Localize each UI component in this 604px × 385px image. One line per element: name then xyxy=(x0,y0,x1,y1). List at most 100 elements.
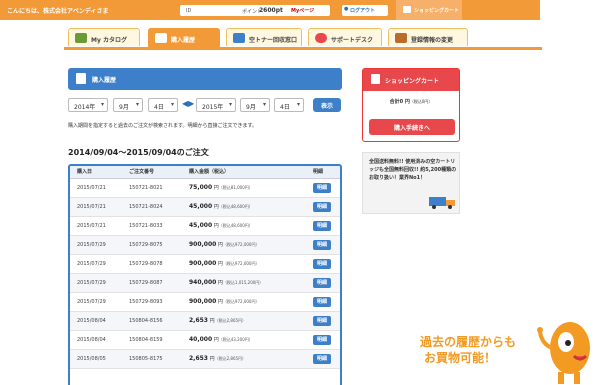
mypage-button[interactable]: Myページ xyxy=(286,5,330,16)
main-tabs: My カタログ 購入履歴 空トナー回収窓口 サポートデスク 登録情報の変更 xyxy=(68,28,482,48)
order-amount: 40,000 円（税込43,200円） xyxy=(182,330,306,350)
tab-support-desk[interactable]: サポートデスク xyxy=(308,28,382,46)
amount-tax: （税込972,000円） xyxy=(222,299,260,304)
from-month-select[interactable]: 9月 xyxy=(113,98,143,112)
caption-line1: 過去の履歴からも xyxy=(420,335,517,349)
order-number: 150721-8033 xyxy=(122,216,182,236)
table-row: 2015/08/04 150804-8156 2,653 円（税込2,865円） 明細 xyxy=(70,311,340,331)
panel-header: 購入履歴 xyxy=(68,68,342,90)
order-amount: 900,000 円（税込972,000円） xyxy=(182,235,306,255)
table-row: 2015/07/21 150721-8033 45,000 円（税込48,600円）… xyxy=(70,216,340,236)
history-icon xyxy=(155,33,167,43)
cart-total: 合計0 円（税込0円） xyxy=(363,98,459,105)
promo-text: 全国送料無料!! 使用済みの空カートリッジも全国無料回収!! 約5,200種類の… xyxy=(369,159,457,181)
order-number: 150721-8024 xyxy=(122,197,182,217)
amount-value: 40,000 xyxy=(189,336,213,343)
amount-tax: （税込1,015,200円） xyxy=(222,280,264,285)
tab-label: My カタログ xyxy=(91,37,127,44)
filter-note: 購入期間を指定すると過去のご注文が検索されます。明細から直接ご注文できます。 xyxy=(68,123,258,129)
detail-button[interactable]: 明細 xyxy=(313,334,331,345)
cart-box: ショッピングカート 合計0 円（税込0円） 購入手続きへ xyxy=(362,68,460,142)
order-date: 2015/07/29 xyxy=(70,292,122,312)
order-date: 2015/08/05 xyxy=(70,349,122,369)
detail-button[interactable]: 明細 xyxy=(313,296,331,307)
amount-tax: （税込48,600円） xyxy=(218,223,253,228)
tab-underline xyxy=(64,47,542,50)
detail-cell: 明細 xyxy=(306,197,340,217)
order-date: 2015/07/29 xyxy=(70,273,122,293)
order-number: 150804-8156 xyxy=(122,311,182,331)
amount-value: 900,000 xyxy=(189,241,217,248)
table-row: 2015/07/21 150721-8021 75,000 円（税込81,000円）… xyxy=(70,178,340,198)
tab-my-catalog[interactable]: My カタログ xyxy=(68,28,140,46)
cart-header: ショッピングカート xyxy=(363,69,459,91)
detail-cell: 明細 xyxy=(306,178,340,198)
order-date: 2015/07/29 xyxy=(70,235,122,255)
table-row: 2015/07/29 150729-8075 900,000 円（税込972,000… xyxy=(70,235,340,255)
order-number: 150805-8175 xyxy=(122,349,182,369)
order-number: 150729-8078 xyxy=(122,254,182,274)
detail-button[interactable]: 明細 xyxy=(313,353,331,364)
table-header-row: 購入日 ご注文番号 購入金額（税込） 明細 xyxy=(70,166,340,179)
from-year-select[interactable]: 2014年 xyxy=(68,98,108,112)
tab-toner-collection[interactable]: 空トナー回収窓口 xyxy=(226,28,302,46)
cart-total-value: 合計0 円 xyxy=(389,99,410,105)
to-day-select[interactable]: 4日 xyxy=(274,98,304,112)
tab-registration-change[interactable]: 登録情報の変更 xyxy=(388,28,468,46)
order-number: 150729-8075 xyxy=(122,235,182,255)
detail-button[interactable]: 明細 xyxy=(313,277,331,288)
order-date: 2015/08/04 xyxy=(70,330,122,350)
order-amount: 45,000 円（税込48,600円） xyxy=(182,216,306,236)
detail-cell: 明細 xyxy=(306,349,340,369)
col-order-no: ご注文番号 xyxy=(122,166,182,179)
to-month-select[interactable]: 9月 xyxy=(240,98,270,112)
detail-button[interactable]: 明細 xyxy=(313,258,331,269)
table-row: 2015/07/29 150729-8087 940,000 円（税込1,015,2… xyxy=(70,273,340,293)
truck-icon xyxy=(429,197,455,209)
order-amount: 940,000 円（税込1,015,200円） xyxy=(182,273,306,293)
order-date: 2015/08/04 xyxy=(70,311,122,331)
detail-cell: 明細 xyxy=(306,273,340,293)
from-day-select[interactable]: 4日 xyxy=(148,98,178,112)
col-amount: 購入金額（税込） xyxy=(182,166,306,179)
amount-value: 45,000 xyxy=(189,222,213,229)
tab-purchase-history[interactable]: 購入履歴 xyxy=(148,28,220,48)
detail-button[interactable]: 明細 xyxy=(313,220,331,231)
tab-label: 登録情報の変更 xyxy=(411,37,454,44)
table-row: 2015/07/29 150729-8093 900,000 円（税込972,000… xyxy=(70,292,340,312)
amount-value: 940,000 xyxy=(189,279,217,286)
order-number: 150729-8093 xyxy=(122,292,182,312)
order-date: 2015/07/21 xyxy=(70,178,122,198)
promo-banner[interactable]: 全国送料無料!! 使用済みの空カートリッジも全国無料回収!! 約5,200種類の… xyxy=(362,152,460,214)
col-detail: 明細 xyxy=(306,166,340,179)
proceed-button[interactable]: 購入手続きへ xyxy=(369,119,455,135)
detail-button[interactable]: 明細 xyxy=(313,239,331,250)
detail-cell: 明細 xyxy=(306,216,340,236)
to-year-select[interactable]: 2015年 xyxy=(196,98,236,112)
amount-tax: （税込2,865円） xyxy=(214,356,247,361)
order-date: 2015/07/21 xyxy=(70,197,122,217)
detail-button[interactable]: 明細 xyxy=(313,201,331,212)
show-button[interactable]: 表示 xyxy=(313,98,341,112)
orders-title: 2014/09/04〜2015/09/04のご注文 xyxy=(68,148,209,157)
caption-line2: お買物可能！ xyxy=(424,351,497,365)
order-amount: 2,653 円（税込2,865円） xyxy=(182,311,306,331)
panel-title: 購入履歴 xyxy=(92,77,117,84)
amount-value: 900,000 xyxy=(189,260,217,267)
detail-cell: 明細 xyxy=(306,292,340,312)
order-date: 2015/07/21 xyxy=(70,216,122,236)
detail-cell: 明細 xyxy=(306,311,340,331)
order-amount: 900,000 円（税込972,000円） xyxy=(182,292,306,312)
amount-value: 2,653 xyxy=(189,317,208,324)
amount-tax: （税込972,000円） xyxy=(222,242,260,247)
logout-button[interactable]: ログアウト xyxy=(342,5,388,16)
greeting-text: こんにちは、株式会社アベンディさま xyxy=(7,8,109,15)
account-info-box: ID ポイント 2600pt xyxy=(180,5,292,16)
detail-button[interactable]: 明細 xyxy=(313,182,331,193)
detail-button[interactable]: 明細 xyxy=(313,315,331,326)
amount-value: 2,653 xyxy=(189,355,208,362)
order-number: 150721-8021 xyxy=(122,178,182,198)
header-cart-button[interactable]: ショッピングカート xyxy=(396,0,462,20)
order-amount: 2,653 円（税込2,865円） xyxy=(182,349,306,369)
truck-icon xyxy=(233,33,245,43)
